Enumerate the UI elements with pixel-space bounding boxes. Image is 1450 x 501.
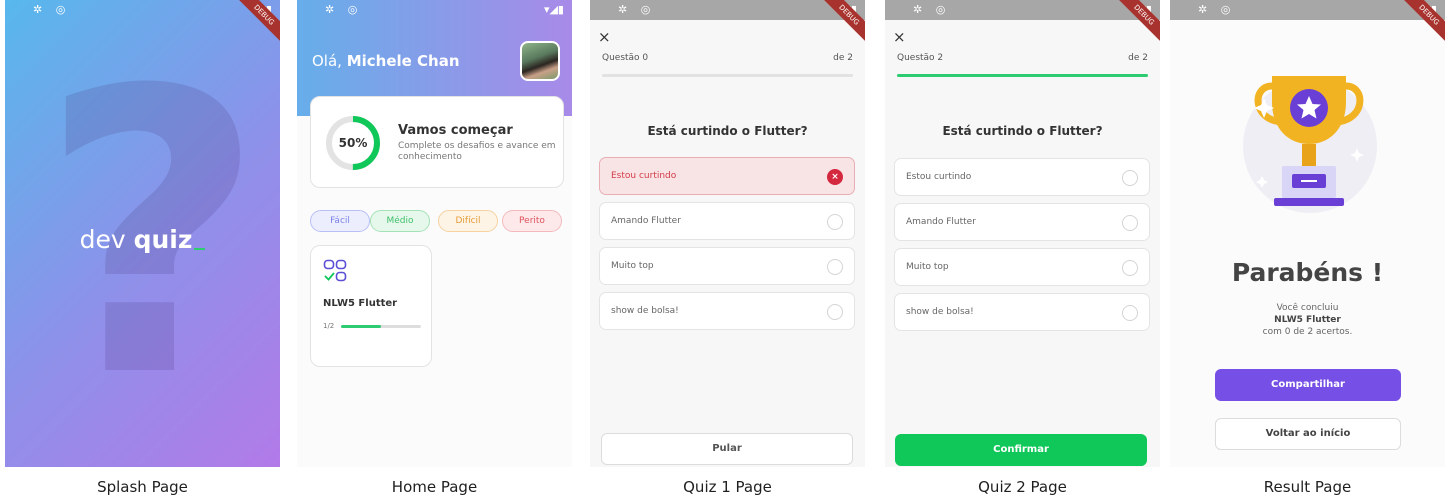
- radio-icon: [827, 304, 843, 320]
- answer-option[interactable]: Muito top: [894, 248, 1150, 286]
- score-card-title: Vamos começar: [398, 123, 513, 138]
- score-card-subtitle: Complete os desafios e avance em conheci…: [398, 141, 556, 162]
- quiz-card[interactable]: NLW5 Flutter 1/2: [310, 245, 432, 367]
- caption-quiz2: Quiz 2 Page: [978, 478, 1067, 496]
- back-to-start-button[interactable]: Voltar ao início: [1215, 418, 1401, 450]
- greeting: Olá, Michele Chan: [312, 52, 460, 70]
- question-counter: Questão 0: [602, 53, 649, 63]
- caption-result: Result Page: [1263, 478, 1352, 496]
- level-easy-button[interactable]: Fácil: [310, 210, 370, 232]
- result-title: Parabéns !: [1231, 258, 1384, 287]
- app-screens-showcase: ✲ ◎ ▾◢▮ DEBUG ? dev quiz Splash Page ✲ ◎…: [0, 0, 1450, 501]
- level-medium-button[interactable]: Médio: [370, 210, 430, 232]
- result-score-text: com 0 de 2 acertos.: [1262, 327, 1353, 337]
- logo-bold-text: quiz: [133, 225, 193, 254]
- question-title: Está curtindo o Flutter?: [942, 124, 1103, 138]
- level-hard-button[interactable]: Difícil: [438, 210, 498, 232]
- question-title: Está curtindo o Flutter?: [647, 124, 808, 138]
- status-bar: ✲ ◎ ▾◢▮: [297, 0, 572, 20]
- trophy-icon: [1243, 76, 1377, 213]
- signal-battery-icons: ▾◢▮: [543, 3, 564, 16]
- logo-cursor: [194, 248, 206, 250]
- status-icons: ✲ ◎: [618, 3, 656, 16]
- radio-icon: [1122, 305, 1138, 321]
- user-name: Michele Chan: [346, 52, 460, 70]
- radio-icon: [1122, 170, 1138, 186]
- status-icons: ✲ ◎: [33, 3, 71, 16]
- status-bar: ✲ ◎ ▾◢▮: [1170, 0, 1445, 20]
- answer-option-label: Amando Flutter: [611, 216, 681, 226]
- quiz-progress-bar: [897, 74, 1148, 77]
- close-icon[interactable]: ×: [598, 28, 611, 46]
- quiz1-screen: ✲ ◎ ▾◢▮ DEBUG × Questão 0 de 2 Está curt…: [590, 0, 865, 467]
- avatar[interactable]: [520, 41, 560, 81]
- answer-option-label: Estou curtindo: [611, 171, 677, 181]
- app-logo: dev quiz: [5, 225, 280, 254]
- answer-option-label: Muito top: [906, 262, 949, 272]
- skip-button[interactable]: Pular: [601, 433, 853, 465]
- quiz-card-progress-bar: [341, 325, 421, 328]
- result-screen: ✲ ◎ ▾◢▮ DEBUG Parabéns ! Você concluiu N…: [1170, 0, 1445, 467]
- status-icons: ✲ ◎: [1198, 3, 1236, 16]
- quiz-progress-bar: [602, 74, 853, 77]
- home-screen: ✲ ◎ ▾◢▮ Olá, Michele Chan 50% Vamos come…: [297, 0, 572, 467]
- share-button[interactable]: Compartilhar: [1215, 369, 1401, 401]
- status-bar: ✲ ◎ ▾◢▮: [590, 0, 865, 20]
- answer-option-label: show de bolsa!: [906, 307, 974, 317]
- status-bar: ✲ ◎ ▾◢▮: [5, 0, 280, 20]
- answer-option-label: show de bolsa!: [611, 306, 679, 316]
- radio-icon: [1122, 215, 1138, 231]
- answer-option-label: Amando Flutter: [906, 217, 976, 227]
- answer-option-label: Estou curtindo: [906, 172, 972, 182]
- quiz-card-progress-label: 1/2: [323, 322, 335, 330]
- caption-quiz1: Quiz 1 Page: [683, 478, 772, 496]
- greeting-prefix: Olá,: [312, 52, 347, 70]
- answer-option-label: Muito top: [611, 261, 654, 271]
- level-expert-button[interactable]: Perito: [502, 210, 562, 232]
- answer-option[interactable]: show de bolsa!: [894, 293, 1150, 331]
- answer-option[interactable]: Estou curtindo: [894, 158, 1150, 196]
- quiz-blocks-icon: [323, 259, 347, 282]
- radio-icon: [827, 259, 843, 275]
- answer-option[interactable]: show de bolsa!: [599, 292, 855, 330]
- radio-icon: [1122, 260, 1138, 276]
- result-quiz-name: NLW5 Flutter: [1274, 315, 1341, 325]
- answer-option[interactable]: Estou curtindo ×: [599, 157, 855, 195]
- logo-light-text: dev: [79, 225, 126, 254]
- level-filter: Fácil Médio Difícil Perito: [310, 210, 564, 232]
- answer-option[interactable]: Amando Flutter: [894, 203, 1150, 241]
- caption-home: Home Page: [391, 478, 478, 496]
- splash-screen: ✲ ◎ ▾◢▮ DEBUG ? dev quiz: [5, 0, 280, 467]
- wrong-answer-icon: ×: [827, 169, 843, 185]
- result-line-1: Você concluiu: [1276, 303, 1339, 313]
- close-icon[interactable]: ×: [893, 28, 906, 46]
- quiz2-screen: ✲ ◎ ▾◢▮ DEBUG × Questão 2 de 2 Está curt…: [885, 0, 1160, 467]
- caption-splash: Splash Page: [97, 478, 188, 496]
- question-total: de 2: [833, 53, 853, 63]
- question-counter: Questão 2: [897, 53, 944, 63]
- question-total: de 2: [1128, 53, 1148, 63]
- answer-option[interactable]: Amando Flutter: [599, 202, 855, 240]
- score-card: 50% Vamos começar Complete os desafios e…: [310, 96, 564, 188]
- status-icons: ✲ ◎: [913, 3, 951, 16]
- confirm-button[interactable]: Confirmar: [895, 434, 1147, 466]
- answer-option[interactable]: Muito top: [599, 247, 855, 285]
- quiz-card-title: NLW5 Flutter: [323, 298, 398, 309]
- radio-icon: [827, 214, 843, 230]
- status-icons: ✲ ◎: [325, 3, 363, 16]
- score-percent: 50%: [338, 136, 368, 150]
- status-bar: ✲ ◎ ▾◢▮: [885, 0, 1160, 20]
